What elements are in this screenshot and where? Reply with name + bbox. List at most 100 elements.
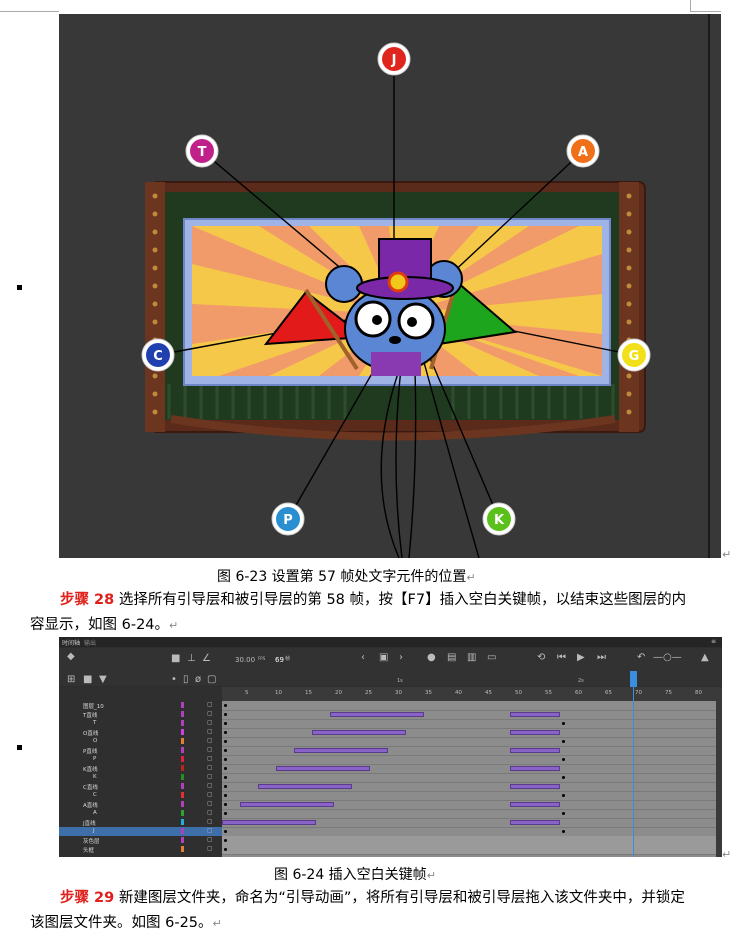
onion-icon[interactable]: ●	[427, 653, 436, 663]
layer-row[interactable]: T ▢	[59, 719, 222, 728]
lock-icon[interactable]: ▢	[207, 737, 213, 744]
layer-row[interactable]: C ▢	[59, 791, 222, 800]
motion-tween[interactable]	[330, 712, 424, 717]
graph-icon[interactable]: ∠	[202, 654, 211, 664]
outline-all-icon[interactable]: ▯	[183, 675, 189, 685]
keyframe[interactable]	[224, 722, 227, 725]
fit-icon[interactable]: ↶	[637, 653, 645, 663]
motion-tween[interactable]	[294, 748, 388, 753]
layer-row[interactable]: K ▢	[59, 773, 222, 782]
show-all-icon[interactable]: •	[171, 675, 177, 685]
motion-tween[interactable]	[510, 802, 560, 807]
motion-tween[interactable]	[510, 712, 560, 717]
keyframe[interactable]	[224, 767, 227, 770]
prev-key-icon[interactable]: ‹	[361, 653, 365, 663]
fps-value[interactable]: 30.00	[235, 655, 255, 665]
mountain-icon[interactable]: ▲	[701, 653, 709, 663]
step-forward-icon[interactable]: ⏭	[597, 653, 606, 663]
layer-row[interactable]: C直线 ▢	[59, 782, 222, 791]
keyframe[interactable]	[224, 758, 227, 761]
keyframe[interactable]	[224, 812, 227, 815]
keyframe[interactable]	[562, 812, 565, 815]
parent-icon[interactable]: ⊥	[187, 654, 196, 664]
keyframe[interactable]	[224, 731, 227, 734]
keyframe[interactable]	[224, 848, 227, 851]
keyframe[interactable]	[224, 713, 227, 716]
layers-icon[interactable]: ◆	[67, 652, 75, 662]
lock-all-icon[interactable]: ▢	[207, 675, 216, 685]
vertical-scrollbar[interactable]	[716, 687, 722, 857]
layer-row[interactable]: P直线 ▢	[59, 746, 222, 755]
playhead-line[interactable]	[633, 671, 634, 857]
edit-multi-icon[interactable]: ▤	[447, 653, 456, 663]
layer-row[interactable]: P ▢	[59, 755, 222, 764]
zoom-slider[interactable]: —○—	[653, 653, 682, 663]
keyframe[interactable]	[224, 830, 227, 833]
layer-row[interactable]: A ▢	[59, 809, 222, 818]
motion-tween[interactable]	[510, 730, 560, 735]
frame-value[interactable]: 69	[275, 655, 284, 665]
next-key-icon[interactable]: ›	[399, 653, 403, 663]
keyframe[interactable]	[224, 776, 227, 779]
new-layer-icon[interactable]: ⊞	[67, 675, 75, 685]
motion-tween[interactable]	[510, 748, 560, 753]
keyframe[interactable]	[562, 740, 565, 743]
panel-menu-icon[interactable]: ≡	[711, 638, 716, 645]
layer-row[interactable]: O ▢	[59, 737, 222, 746]
lock-icon[interactable]: ▢	[207, 809, 213, 816]
delete-layer-icon[interactable]: ▼	[99, 675, 107, 685]
lock-icon[interactable]: ▢	[207, 719, 213, 726]
layer-row[interactable]: J直线 ▢	[59, 818, 222, 827]
keyframe[interactable]	[562, 722, 565, 725]
motion-tween[interactable]	[510, 766, 560, 771]
lock-icon[interactable]: ▢	[207, 710, 213, 717]
frame-ruler[interactable]: 5 10 15 20 25 30 35 40 45 50 55 60 65 70…	[222, 687, 717, 701]
layer-row[interactable]: O直线 ▢	[59, 728, 222, 737]
layer-row[interactable]: A直线 ▢	[59, 800, 222, 809]
keyframe[interactable]	[224, 794, 227, 797]
clip-icon[interactable]: ▭	[487, 653, 496, 663]
layer-row[interactable]: 灰色层 ▢	[59, 836, 222, 845]
lock-icon[interactable]: ▢	[207, 728, 213, 735]
motion-tween[interactable]	[510, 820, 560, 825]
lock-icon[interactable]: ▢	[207, 791, 213, 798]
lock-icon[interactable]: ▢	[207, 827, 213, 834]
keyframe[interactable]	[224, 740, 227, 743]
play-icon[interactable]: ▶	[577, 653, 585, 663]
layer-row-selected[interactable]: J ▢	[59, 827, 222, 836]
lock-icon[interactable]: ▢	[207, 782, 213, 789]
layer-row[interactable]: T直线 ▢	[59, 710, 222, 719]
lock-icon[interactable]: ▢	[207, 773, 213, 780]
keyframe[interactable]	[562, 758, 565, 761]
camera-icon[interactable]: ■	[171, 654, 180, 664]
lock-icon[interactable]: ▢	[207, 764, 213, 771]
new-folder-icon[interactable]: ■	[83, 675, 92, 685]
layer-row[interactable]: K直线 ▢	[59, 764, 222, 773]
keyframe[interactable]	[562, 794, 565, 797]
motion-tween[interactable]	[222, 820, 316, 825]
lock-icon[interactable]: ▢	[207, 836, 213, 843]
motion-tween[interactable]	[240, 802, 334, 807]
lock-icon[interactable]: ▢	[207, 746, 213, 753]
keyframe[interactable]	[224, 803, 227, 806]
motion-tween[interactable]	[276, 766, 370, 771]
tab-timeline[interactable]: 时间轴	[62, 638, 80, 647]
lock-icon[interactable]: ▢	[207, 701, 213, 708]
marker-icon[interactable]: ▥	[467, 653, 476, 663]
keyframe[interactable]	[562, 776, 565, 779]
motion-tween[interactable]	[510, 784, 560, 789]
keyframe[interactable]	[224, 785, 227, 788]
lock-icon[interactable]: ▢	[207, 755, 213, 762]
keyframe[interactable]	[224, 704, 227, 707]
keyframe[interactable]	[224, 839, 227, 842]
insert-key-icon[interactable]: ▣	[379, 653, 388, 663]
step-back-icon[interactable]: ⏮	[557, 653, 566, 663]
keyframe[interactable]	[224, 749, 227, 752]
layer-row[interactable]: 头框 ▢	[59, 845, 222, 854]
hide-all-icon[interactable]: ø	[195, 675, 201, 685]
layer-row[interactable]: 图层_10 ▢	[59, 701, 222, 710]
lock-icon[interactable]: ▢	[207, 800, 213, 807]
frame-grid[interactable]	[222, 701, 717, 857]
lock-icon[interactable]: ▢	[207, 845, 213, 852]
tab-output[interactable]: 输出	[84, 638, 96, 647]
